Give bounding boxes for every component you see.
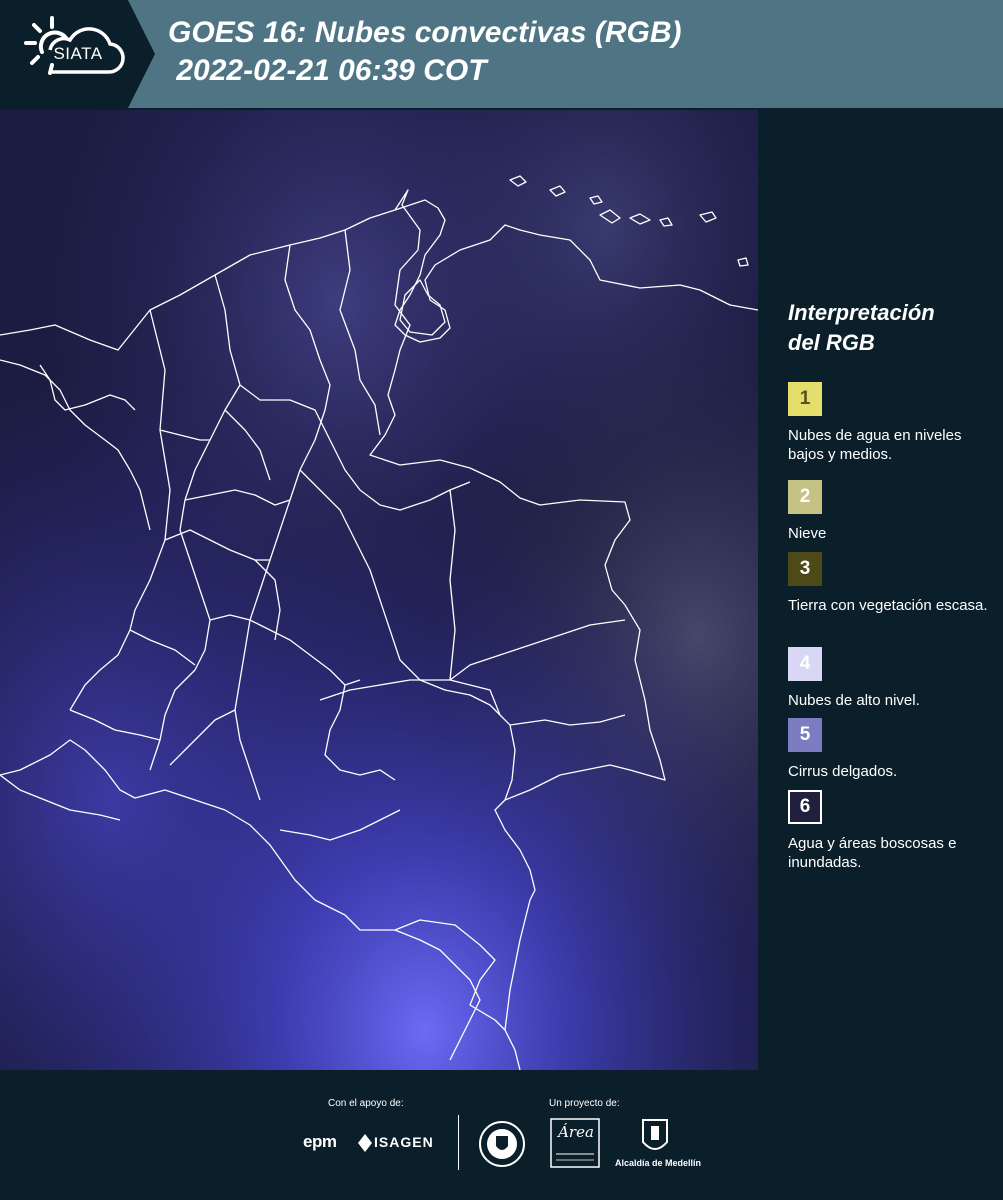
legend-swatch-6: 6 xyxy=(788,790,822,824)
legend-item-4: 4 Nubes de alto nivel. xyxy=(788,647,988,710)
legend-number-3: 3 xyxy=(799,558,811,579)
support-label: Con el apoyo de: xyxy=(328,1098,404,1109)
legend-item-3: 3 Tierra con vegetación escasa. xyxy=(788,552,988,615)
satellite-map xyxy=(0,110,758,1070)
legend-label-4: Nubes de alto nivel. xyxy=(788,692,920,709)
isagen-icon xyxy=(358,1134,372,1152)
legend-item-1: 1 Nubes de agua en niveles bajos y medio… xyxy=(788,382,988,464)
legend-item-2: 2 Nieve xyxy=(788,480,988,543)
area-logo-text: Área xyxy=(558,1123,594,1141)
legend-label-3: Tierra con vegetación escasa. xyxy=(788,597,988,614)
alcaldia-shield-icon xyxy=(642,1119,668,1150)
epm-logo: epm xyxy=(303,1132,337,1151)
legend-number-2: 2 xyxy=(799,486,811,507)
legend-title: Interpretación del RGB xyxy=(788,298,993,358)
project-label: Un proyecto de: xyxy=(549,1098,620,1109)
map-canvas xyxy=(0,110,758,1070)
legend-swatch-2: 2 xyxy=(788,480,822,514)
legend-swatch-4: 4 xyxy=(788,647,822,681)
header: SIATA GOES 16: Nubes convectivas (RGB) 2… xyxy=(0,0,1003,108)
legend-item-6: 6 Agua y áreas boscosas e inundadas. xyxy=(788,790,988,872)
legend: Interpretación del RGB 1 Nubes de agua e… xyxy=(778,298,993,871)
footer: Con el apoyo de: Un proyecto de: epm ISA… xyxy=(0,1070,1003,1200)
title-line-2: 2022-02-21 06:39 COT xyxy=(168,54,487,87)
legend-label-2: Nieve xyxy=(788,525,827,542)
alcaldia-logo-text: Alcaldía de Medellín xyxy=(614,1158,702,1168)
legend-swatch-1: 1 xyxy=(788,382,822,416)
legend-swatch-3: 3 xyxy=(788,552,822,586)
siata-logo: SIATA xyxy=(0,0,155,108)
logo-text: SIATA xyxy=(53,44,103,63)
legend-number-1: 1 xyxy=(799,388,811,409)
legend-item-5: 5 Cirrus delgados. xyxy=(788,718,988,781)
legend-label-1: Nubes de agua en niveles bajos y medios. xyxy=(788,427,962,463)
cloud-layer-southwest xyxy=(0,110,758,1070)
legend-title-line-1: Interpretación xyxy=(788,300,935,325)
footer-divider xyxy=(458,1115,459,1170)
legend-number-5: 5 xyxy=(799,724,811,745)
isagen-logo: ISAGEN xyxy=(374,1134,434,1150)
legend-number-4: 4 xyxy=(799,653,811,674)
page-title: GOES 16: Nubes convectivas (RGB) 2022-02… xyxy=(168,14,682,90)
medellin-seal-icon xyxy=(479,1121,525,1167)
legend-title-line-2: del RGB xyxy=(788,330,875,355)
legend-label-6: Agua y áreas boscosas e inundadas. xyxy=(788,835,957,871)
legend-label-5: Cirrus delgados. xyxy=(788,763,898,780)
legend-swatch-5: 5 xyxy=(788,718,822,752)
legend-number-6: 6 xyxy=(799,796,811,817)
title-line-1: GOES 16: Nubes convectivas (RGB) xyxy=(168,16,682,49)
